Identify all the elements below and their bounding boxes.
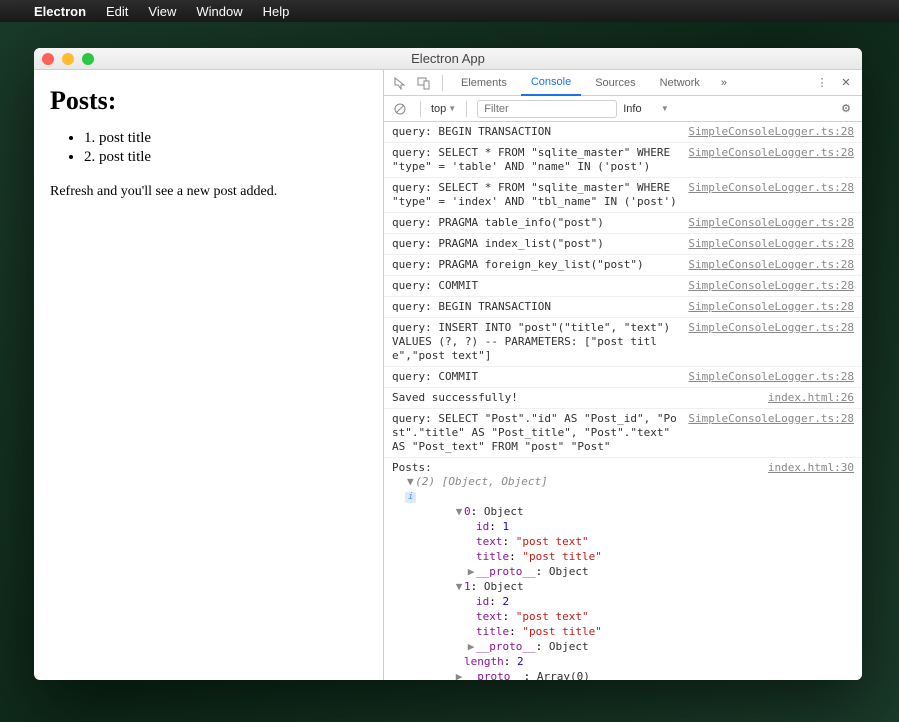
log-message: query: PRAGMA table_info("post"): [392, 216, 680, 230]
console-log-row: query: SELECT * FROM "sqlite_master" WHE…: [384, 143, 862, 178]
tab-elements[interactable]: Elements: [451, 70, 517, 96]
log-source-link[interactable]: index.html:26: [768, 391, 854, 405]
disclosure-triangle-icon[interactable]: ▶: [466, 565, 476, 579]
log-source-link[interactable]: SimpleConsoleLogger.ts:28: [688, 300, 854, 314]
log-message: query: BEGIN TRANSACTION: [392, 300, 680, 314]
log-source-link[interactable]: SimpleConsoleLogger.ts:28: [688, 181, 854, 195]
menu-help[interactable]: Help: [263, 4, 290, 19]
menu-appname[interactable]: Electron: [34, 4, 86, 19]
console-object-row: Posts: ▼(2) [Object, Object] i index.htm…: [384, 458, 862, 680]
log-message: query: INSERT INTO "post"("title", "text…: [392, 321, 680, 363]
context-selector[interactable]: top▼: [431, 103, 456, 115]
log-message: query: BEGIN TRANSACTION: [392, 125, 680, 139]
console-log-row: query: SELECT * FROM "sqlite_master" WHE…: [384, 178, 862, 213]
log-source-link[interactable]: SimpleConsoleLogger.ts:28: [688, 370, 854, 384]
log-message: query: SELECT * FROM "sqlite_master" WHE…: [392, 146, 680, 174]
log-source-link[interactable]: SimpleConsoleLogger.ts:28: [688, 412, 854, 426]
log-message: query: SELECT * FROM "sqlite_master" WHE…: [392, 181, 680, 209]
console-log-row: query: COMMIT SimpleConsoleLogger.ts:28: [384, 367, 862, 388]
clear-console-icon[interactable]: [390, 99, 410, 119]
level-selector[interactable]: Info ▼: [623, 103, 669, 115]
console-log-row: query: PRAGMA foreign_key_list("post") Si…: [384, 255, 862, 276]
filter-input[interactable]: [477, 100, 617, 118]
more-tabs-icon[interactable]: »: [714, 73, 734, 93]
log-source-link[interactable]: SimpleConsoleLogger.ts:28: [688, 321, 854, 335]
close-window-button[interactable]: [42, 53, 54, 65]
console-log-row: query: PRAGMA table_info("post") SimpleCo…: [384, 213, 862, 234]
disclosure-triangle-icon[interactable]: ▼: [454, 505, 464, 519]
refresh-hint: Refresh and you'll see a new post added.: [50, 184, 367, 200]
minimize-window-button[interactable]: [62, 53, 74, 65]
close-devtools-icon[interactable]: ✕: [836, 73, 856, 93]
log-message: query: PRAGMA foreign_key_list("post"): [392, 258, 680, 272]
app-content-pane: Posts: 1. post title 2. post title Refre…: [34, 70, 384, 680]
console-log-row: query: BEGIN TRANSACTION SimpleConsoleLog…: [384, 122, 862, 143]
app-window: Electron App Posts: 1. post title 2. pos…: [34, 48, 862, 680]
console-log-row: query: INSERT INTO "post"("title", "text…: [384, 318, 862, 367]
log-source-link[interactable]: SimpleConsoleLogger.ts:28: [688, 146, 854, 160]
log-source-link[interactable]: SimpleConsoleLogger.ts:28: [688, 237, 854, 251]
kebab-menu-icon[interactable]: ⋮: [812, 73, 832, 93]
log-message: query: PRAGMA index_list("post"): [392, 237, 680, 251]
console-toolbar: top▼ Info ▼ ⚙: [384, 96, 862, 122]
log-source-link[interactable]: SimpleConsoleLogger.ts:28: [688, 258, 854, 272]
disclosure-triangle-icon[interactable]: ▼: [405, 475, 415, 489]
tab-console[interactable]: Console: [521, 70, 581, 96]
console-log-row: Saved successfully! index.html:26: [384, 388, 862, 409]
macos-menubar: Electron Edit View Window Help: [0, 0, 899, 22]
disclosure-triangle-icon[interactable]: ▼: [454, 580, 464, 594]
console-output[interactable]: query: BEGIN TRANSACTION SimpleConsoleLog…: [384, 122, 862, 680]
console-log-row: query: COMMIT SimpleConsoleLogger.ts:28: [384, 276, 862, 297]
window-title: Electron App: [411, 51, 485, 66]
log-source-link[interactable]: index.html:30: [768, 461, 854, 503]
disclosure-triangle-icon[interactable]: ▶: [466, 640, 476, 654]
devtools-tabbar: Elements Console Sources Network » ⋮ ✕: [384, 70, 862, 96]
list-item: 1. post title: [84, 130, 367, 147]
settings-icon[interactable]: ⚙: [836, 99, 856, 119]
tab-network[interactable]: Network: [650, 70, 710, 96]
maximize-window-button[interactable]: [82, 53, 94, 65]
log-source-link[interactable]: SimpleConsoleLogger.ts:28: [688, 125, 854, 139]
device-toggle-icon[interactable]: [414, 73, 434, 93]
menu-view[interactable]: View: [148, 4, 176, 19]
inspect-icon[interactable]: [390, 73, 410, 93]
log-source-link[interactable]: SimpleConsoleLogger.ts:28: [688, 216, 854, 230]
list-item: 2. post title: [84, 149, 367, 166]
disclosure-triangle-icon[interactable]: ▶: [454, 670, 464, 680]
log-message: query: COMMIT: [392, 279, 680, 293]
menu-edit[interactable]: Edit: [106, 4, 128, 19]
log-message: query: COMMIT: [392, 370, 680, 384]
log-message: Saved successfully!: [392, 391, 760, 405]
tab-sources[interactable]: Sources: [585, 70, 645, 96]
menu-window[interactable]: Window: [196, 4, 242, 19]
log-source-link[interactable]: SimpleConsoleLogger.ts:28: [688, 279, 854, 293]
console-log-row: query: BEGIN TRANSACTION SimpleConsoleLog…: [384, 297, 862, 318]
window-titlebar: Electron App: [34, 48, 862, 70]
posts-list: 1. post title 2. post title: [50, 130, 367, 166]
console-log-row: query: PRAGMA index_list("post") SimpleCo…: [384, 234, 862, 255]
devtools-panel: Elements Console Sources Network » ⋮ ✕ t…: [384, 70, 862, 680]
console-log-row: query: SELECT "Post"."id" AS "Post_id", …: [384, 409, 862, 458]
log-message: query: SELECT "Post"."id" AS "Post_id", …: [392, 412, 680, 454]
info-icon[interactable]: i: [405, 492, 416, 503]
page-heading: Posts:: [50, 86, 367, 116]
